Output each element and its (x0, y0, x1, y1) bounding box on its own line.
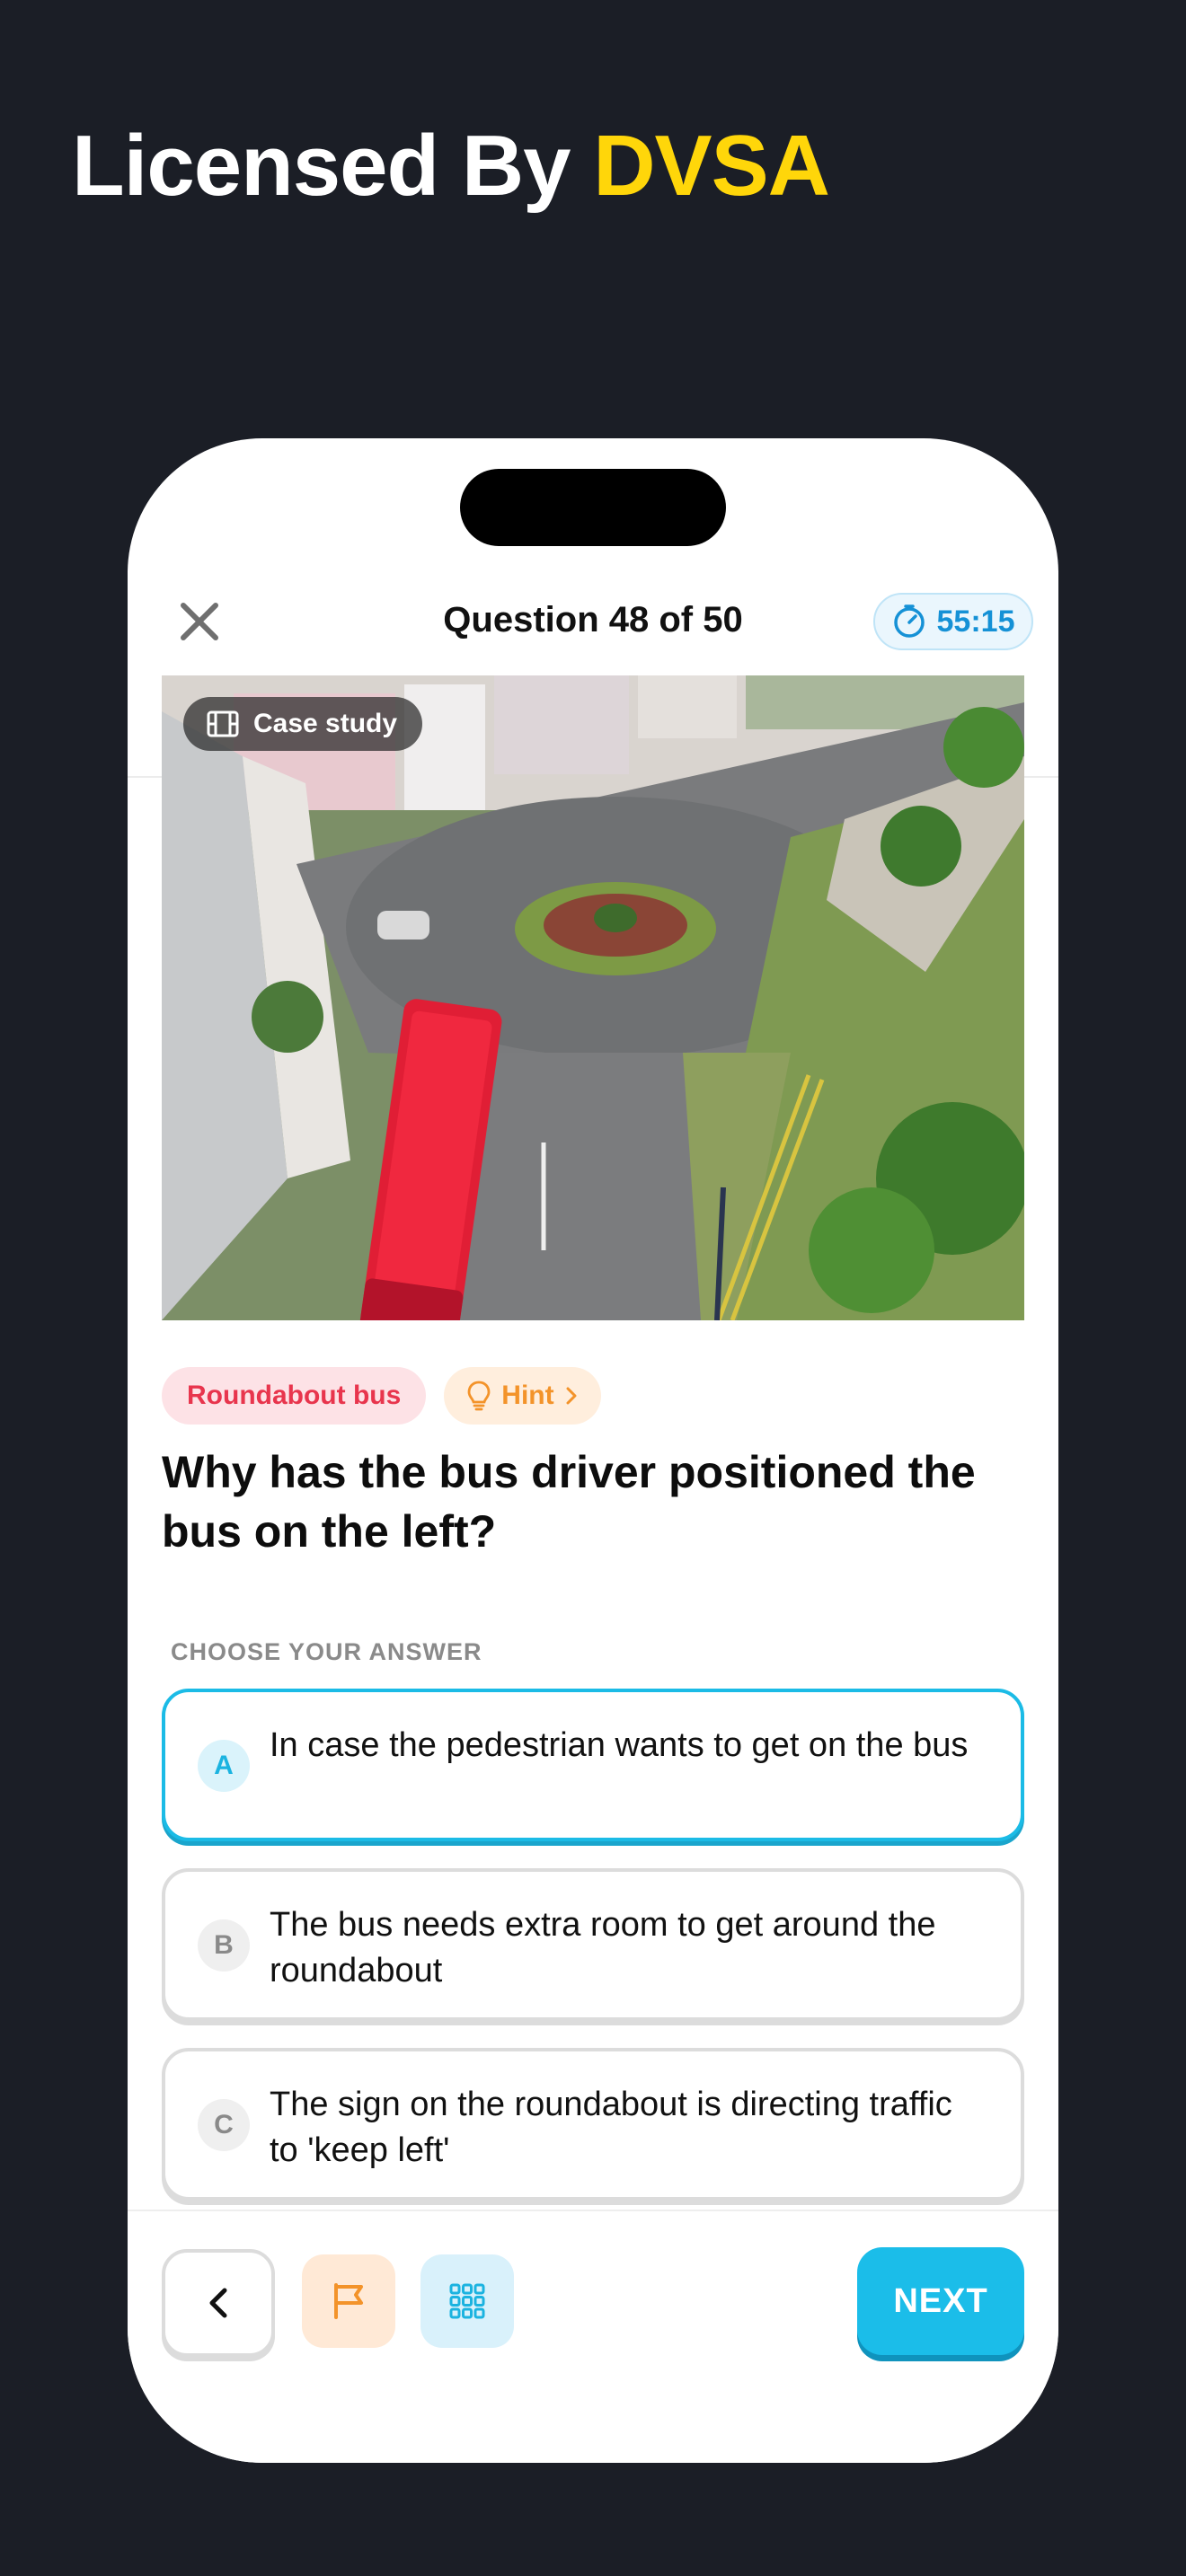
hint-label: Hint (501, 1381, 554, 1410)
question-content[interactable]: Case study Roundabout bus Hint Why has t… (128, 643, 1058, 2210)
case-study-image: Case study (162, 675, 1024, 1320)
flag-icon (334, 2283, 363, 2319)
answer-option-c[interactable]: C The sign on the roundabout is directin… (162, 2048, 1024, 2201)
answer-letter: A (198, 1740, 250, 1792)
answer-option-a[interactable]: A In case the pedestrian wants to get on… (162, 1689, 1024, 1841)
timer-value: 55:15 (936, 604, 1015, 639)
headline: Licensed By DVSA (72, 117, 830, 216)
back-button[interactable] (162, 2249, 275, 2357)
hint-button[interactable]: Hint (444, 1367, 601, 1425)
case-study-label: Case study (253, 709, 398, 738)
flag-button[interactable] (302, 2254, 395, 2348)
topic-chip: Roundabout bus (162, 1367, 427, 1425)
next-button[interactable]: NEXT (857, 2247, 1024, 2355)
answer-letter: C (198, 2099, 250, 2151)
lightbulb-icon (467, 1381, 491, 1411)
answer-text: In case the pedestrian wants to get on t… (270, 1726, 969, 1764)
bottom-bar: NEXT (128, 2210, 1058, 2463)
timer-badge: 55:15 (873, 593, 1033, 650)
answer-option-b[interactable]: B The bus needs extra room to get around… (162, 1868, 1024, 2021)
answer-letter: B (198, 1919, 250, 1972)
film-icon (207, 710, 239, 737)
choose-answer-label: CHOOSE YOUR ANSWER (171, 1638, 482, 1665)
question-text: Why has the bus driver positioned the bu… (162, 1447, 976, 1557)
stopwatch-icon (893, 604, 925, 638)
headline-prefix: Licensed By (72, 118, 571, 214)
case-study-badge: Case study (183, 697, 423, 751)
headline-accent: DVSA (593, 118, 830, 214)
dynamic-island (460, 469, 726, 546)
question-grid-button[interactable] (420, 2254, 514, 2348)
grid-icon (449, 2283, 485, 2319)
answer-text: The sign on the roundabout is directing … (270, 2086, 952, 2169)
chips-row: Roundabout bus Hint (162, 1367, 601, 1425)
chevron-left-icon (209, 2288, 227, 2318)
answer-text: The bus needs extra room to get around t… (270, 1906, 936, 1989)
chevron-right-icon (566, 1387, 577, 1405)
phone-frame: Question 48 of 50 55:15 Case study Round… (128, 438, 1058, 2463)
